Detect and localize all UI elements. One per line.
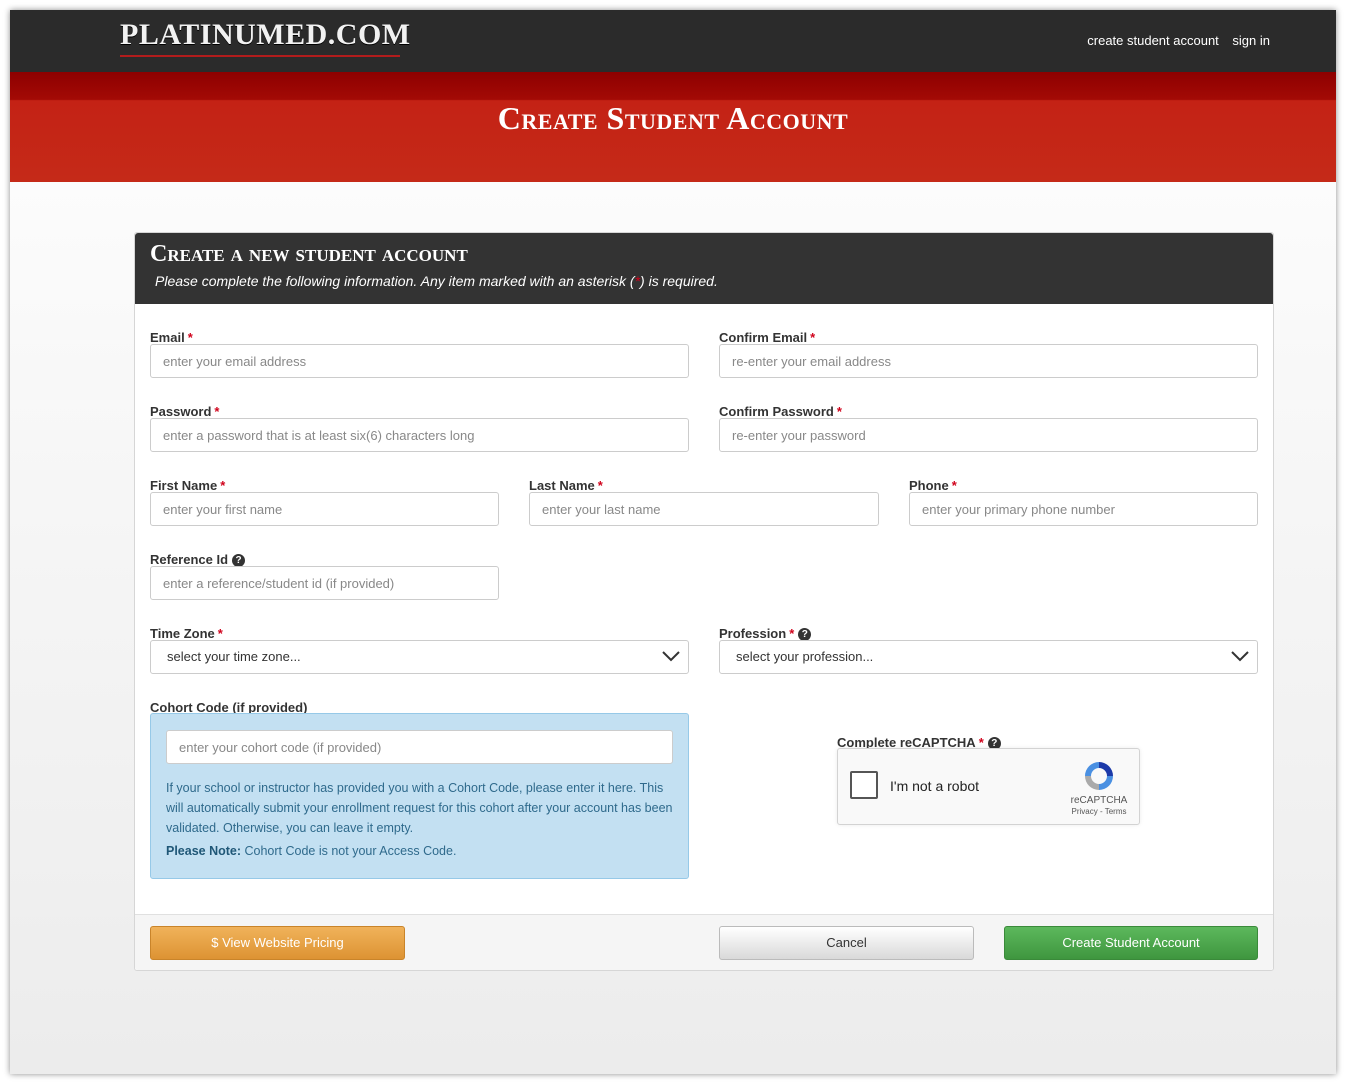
recaptcha-logo-icon bbox=[1085, 762, 1113, 790]
confirm-password-label-text: Confirm Password bbox=[719, 404, 834, 419]
required-mark: * bbox=[597, 478, 603, 493]
required-mark: * bbox=[836, 404, 842, 419]
signup-card: Create a new student account Please comp… bbox=[134, 232, 1274, 971]
confirm-email-label-text: Confirm Email bbox=[719, 330, 808, 345]
chevron-down-icon bbox=[1231, 651, 1249, 662]
recaptcha-links[interactable]: Privacy - Terms bbox=[1060, 807, 1138, 816]
password-input[interactable] bbox=[150, 418, 689, 452]
cohort-code-input[interactable] bbox=[166, 730, 673, 764]
recaptcha-widget: I'm not a robot reCAPTCHA Privacy - Term… bbox=[837, 748, 1140, 825]
card-header: Create a new student account Please comp… bbox=[135, 233, 1273, 304]
required-mark: * bbox=[217, 626, 223, 641]
first-name-label-text: First Name bbox=[150, 478, 218, 493]
email-label: Email * bbox=[150, 330, 193, 345]
chevron-down-icon bbox=[662, 651, 680, 662]
card-subtitle-suffix: ) is required. bbox=[640, 273, 718, 289]
card-subtitle: Please complete the following informatio… bbox=[155, 273, 718, 289]
required-mark: * bbox=[810, 330, 816, 345]
reference-id-label-text: Reference Id bbox=[150, 552, 229, 567]
confirm-password-input[interactable] bbox=[719, 418, 1258, 452]
confirm-password-label: Confirm Password * bbox=[719, 404, 842, 419]
phone-input[interactable] bbox=[909, 492, 1258, 526]
profession-label: Profession *? bbox=[719, 626, 812, 641]
time-zone-label: Time Zone * bbox=[150, 626, 223, 641]
email-label-text: Email bbox=[150, 330, 185, 345]
required-mark: * bbox=[951, 478, 957, 493]
cohort-note: Please Note: Cohort Code is not your Acc… bbox=[166, 844, 456, 858]
create-account-button[interactable]: Create Student Account bbox=[1004, 926, 1258, 960]
password-label: Password * bbox=[150, 404, 219, 419]
time-zone-selected: select your time zone... bbox=[167, 649, 301, 664]
time-zone-label-text: Time Zone bbox=[150, 626, 215, 641]
view-pricing-button[interactable]: $ View Website Pricing bbox=[150, 926, 405, 960]
phone-label: Phone * bbox=[909, 478, 957, 493]
profession-label-text: Profession bbox=[719, 626, 787, 641]
phone-label-text: Phone bbox=[909, 478, 949, 493]
cancel-button[interactable]: Cancel bbox=[719, 926, 974, 960]
reference-id-label: Reference Id? bbox=[150, 552, 246, 567]
last-name-label: Last Name * bbox=[529, 478, 603, 493]
required-mark: * bbox=[214, 404, 220, 419]
site-logo[interactable]: PLATINUMED.COM bbox=[120, 18, 411, 52]
time-zone-select[interactable]: select your time zone... bbox=[150, 640, 689, 674]
required-mark: * bbox=[789, 626, 795, 641]
profession-select[interactable]: select your profession... bbox=[719, 640, 1258, 674]
cohort-help-text: If your school or instructor has provide… bbox=[166, 781, 673, 835]
cohort-panel: If your school or instructor has provide… bbox=[150, 713, 689, 879]
nav-sign-in-link[interactable]: sign in bbox=[1232, 33, 1270, 48]
first-name-input[interactable] bbox=[150, 492, 499, 526]
profession-selected: select your profession... bbox=[736, 649, 874, 664]
password-label-text: Password bbox=[150, 404, 212, 419]
confirm-email-label: Confirm Email * bbox=[719, 330, 815, 345]
cohort-note-text: Cohort Code is not your Access Code. bbox=[241, 844, 457, 858]
recaptcha-text: I'm not a robot bbox=[890, 778, 980, 794]
required-mark: * bbox=[220, 478, 226, 493]
email-input[interactable] bbox=[150, 344, 689, 378]
top-bar: PLATINUMED.COM create student account si… bbox=[10, 10, 1336, 72]
cohort-note-label: Please Note: bbox=[166, 844, 242, 858]
last-name-input[interactable] bbox=[529, 492, 879, 526]
confirm-email-input[interactable] bbox=[719, 344, 1258, 378]
page-banner: Create Student Account bbox=[10, 72, 1336, 182]
nav-create-account-link[interactable]: create student account bbox=[1087, 33, 1219, 48]
last-name-label-text: Last Name bbox=[529, 478, 595, 493]
browser-window: PLATINUMED.COM create student account si… bbox=[10, 10, 1336, 1074]
recaptcha-checkbox[interactable] bbox=[850, 771, 878, 799]
logo-underline bbox=[120, 55, 400, 57]
card-subtitle-prefix: Please complete the following informatio… bbox=[155, 273, 635, 289]
required-mark: * bbox=[187, 330, 193, 345]
page-title: Create Student Account bbox=[497, 100, 849, 136]
top-nav: create student account sign in bbox=[1077, 33, 1270, 48]
recaptcha-brand: reCAPTCHA bbox=[1070, 795, 1128, 806]
card-title: Create a new student account bbox=[150, 241, 468, 267]
first-name-label: First Name * bbox=[150, 478, 225, 493]
reference-id-input[interactable] bbox=[150, 566, 499, 600]
card-footer: $ View Website Pricing Cancel Create Stu… bbox=[135, 914, 1273, 970]
